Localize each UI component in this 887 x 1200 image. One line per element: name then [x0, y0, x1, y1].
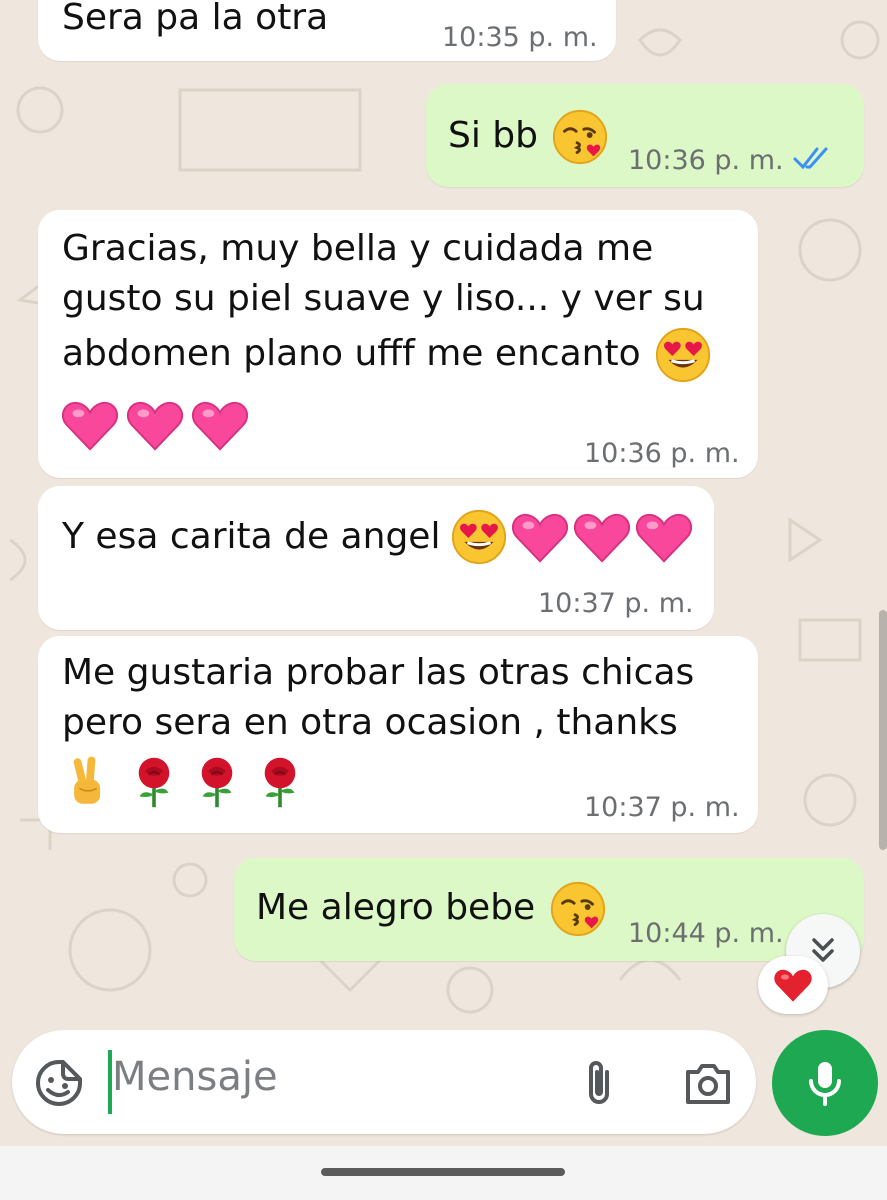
message-reaction[interactable] — [758, 956, 828, 1014]
voice-record-button[interactable] — [772, 1030, 878, 1136]
message-text-content: Si bb — [448, 115, 538, 156]
message-text-content: abdomen plano ufff me encanto — [62, 333, 641, 374]
paperclip-icon[interactable] — [574, 1058, 624, 1108]
message-bubble-outgoing[interactable]: Si bb 10:36 p. m. — [426, 84, 864, 187]
message-time: 10:37 p. m. — [584, 792, 740, 823]
chat-area[interactable]: Sera pa la otra 10:35 p. m. Si bb 10:36 … — [0, 0, 887, 1030]
rose-icon — [127, 754, 181, 810]
message-text-line: abdomen plano ufff me encanto — [62, 326, 712, 384]
message-time: 10:37 p. m. — [538, 588, 694, 619]
message-bubble-incoming[interactable]: Y esa carita de angel 10:37 p. m. — [38, 486, 714, 630]
system-navigation-bar — [0, 1146, 887, 1200]
message-text-line: Me gustaria probar las otras chicas — [62, 652, 695, 693]
message-time: 10:36 p. m. — [628, 145, 784, 176]
victory-hand-icon — [62, 756, 114, 810]
message-bubble-incoming[interactable]: Gracias, muy bella y cuidada me gusto su… — [38, 210, 758, 478]
emoji-line — [60, 396, 250, 458]
heart-eyes-icon — [654, 326, 712, 384]
rose-icon — [190, 754, 244, 810]
pink-heart-icon — [510, 508, 570, 566]
message-text: Y esa carita de angel — [62, 508, 694, 566]
heart-eyes-icon — [450, 508, 508, 566]
pink-heart-icon — [60, 396, 120, 454]
message-text-content: Me alegro bebe — [256, 887, 536, 928]
message-text-line: Gracias, muy bella y cuidada me — [62, 228, 654, 269]
sticker-icon[interactable] — [34, 1058, 84, 1108]
message-text: Sera pa la otra — [62, 0, 329, 38]
read-receipt-icon — [792, 145, 834, 171]
red-heart-icon — [772, 965, 814, 1005]
pink-heart-icon — [190, 396, 250, 454]
message-bubble-outgoing[interactable]: Me alegro bebe 10:44 p. m. — [234, 858, 864, 961]
emoji-line — [62, 754, 307, 814]
scroll-indicator[interactable] — [879, 610, 887, 850]
microphone-icon — [809, 1062, 841, 1106]
message-text-content: Y esa carita de angel — [62, 516, 441, 557]
pink-heart-icon — [572, 508, 632, 566]
pink-heart-icon — [125, 396, 185, 454]
message-text-line: pero sera en otra ocasion , thanks — [62, 702, 678, 743]
message-bubble-incoming[interactable]: Me gustaria probar las otras chicas pero… — [38, 636, 758, 833]
message-composer[interactable]: Mensaje — [12, 1030, 756, 1134]
message-bubble-incoming[interactable]: Sera pa la otra 10:35 p. m. — [38, 0, 616, 61]
message-input[interactable]: Mensaje — [112, 1054, 278, 1100]
message-text-line: gusto su piel suave y liso... y ver su — [62, 278, 705, 319]
message-time: 10:35 p. m. — [442, 22, 598, 53]
face-blowing-kiss-icon — [551, 108, 609, 166]
rose-icon — [253, 754, 307, 810]
message-time: 10:36 p. m. — [584, 438, 740, 469]
camera-icon[interactable] — [682, 1060, 734, 1106]
message-text: Me alegro bebe — [256, 880, 607, 938]
home-gesture-handle[interactable] — [321, 1168, 565, 1176]
face-blowing-kiss-icon — [549, 880, 607, 938]
message-text: Si bb — [448, 108, 609, 166]
message-time: 10:44 p. m. — [628, 918, 784, 949]
pink-heart-icon — [634, 508, 694, 566]
